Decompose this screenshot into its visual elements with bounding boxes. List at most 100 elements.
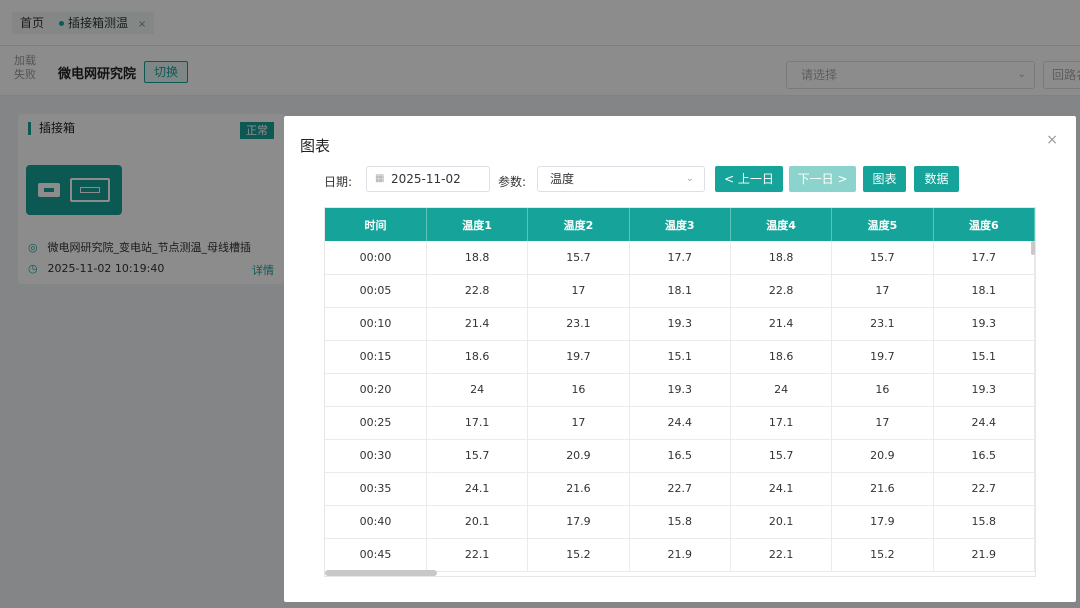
table-cell: 15.1 bbox=[933, 340, 1035, 374]
table-cell: 23.1 bbox=[831, 307, 934, 341]
table-cell: 24 bbox=[730, 373, 833, 407]
param-value: 温度 bbox=[550, 172, 575, 186]
table-row: 00:00 18.8 15.7 17.7 18.8 15.7 17.7 bbox=[325, 241, 1035, 275]
table-cell: 17.1 bbox=[730, 406, 833, 440]
date-label: 日期: bbox=[324, 175, 353, 189]
table-cell: 16.5 bbox=[933, 439, 1035, 473]
table-cell: 21.9 bbox=[629, 538, 731, 572]
calendar-icon: ▦ bbox=[375, 173, 385, 184]
table-cell: 23.1 bbox=[527, 307, 630, 341]
data-table: 时间 温度1 温度2 温度3 温度4 温度5 温度6 00:00 18.8 15.7 17.7 18… bbox=[325, 208, 1035, 572]
table-cell: 17.9 bbox=[831, 505, 934, 539]
close-icon[interactable]: × bbox=[1046, 132, 1058, 148]
table-cell: 18.1 bbox=[933, 274, 1035, 308]
table-cell: 00:05 bbox=[325, 274, 427, 308]
next-day-button[interactable]: 下一日 > bbox=[789, 166, 856, 192]
table-cell: 21.6 bbox=[527, 472, 630, 506]
table-row: 00:20 24 16 19.3 24 16 19.3 bbox=[325, 373, 1035, 407]
vertical-scrollbar[interactable] bbox=[1031, 241, 1035, 255]
table-cell: 18.8 bbox=[730, 241, 833, 275]
column-header: 温度1 bbox=[426, 208, 529, 241]
horizontal-scrollbar[interactable] bbox=[325, 570, 437, 576]
table-cell: 19.3 bbox=[933, 307, 1035, 341]
table-cell: 00:30 bbox=[325, 439, 427, 473]
table-row: 00:40 20.1 17.9 15.8 20.1 17.9 15.8 bbox=[325, 505, 1035, 539]
table-cell: 17 bbox=[527, 274, 630, 308]
date-picker[interactable]: ▦ 2025-11-02 bbox=[366, 166, 490, 192]
column-header: 温度6 bbox=[933, 208, 1035, 241]
table-cell: 15.7 bbox=[831, 241, 934, 275]
table-row: 00:35 24.1 21.6 22.7 24.1 21.6 22.7 bbox=[325, 472, 1035, 506]
table-cell: 17 bbox=[527, 406, 630, 440]
table-cell: 16 bbox=[831, 373, 934, 407]
table-cell: 22.7 bbox=[629, 472, 731, 506]
table-cell: 00:35 bbox=[325, 472, 427, 506]
table-cell: 17.1 bbox=[426, 406, 529, 440]
table-cell: 24.4 bbox=[933, 406, 1035, 440]
table-row: 00:30 15.7 20.9 16.5 15.7 20.9 16.5 bbox=[325, 439, 1035, 473]
table-cell: 24.4 bbox=[629, 406, 731, 440]
table-cell: 15.8 bbox=[629, 505, 731, 539]
param-select[interactable]: 温度 ⌄ bbox=[537, 166, 705, 192]
table-cell: 17 bbox=[831, 406, 934, 440]
table-cell: 24.1 bbox=[426, 472, 529, 506]
table-cell: 16 bbox=[527, 373, 630, 407]
table-cell: 20.9 bbox=[831, 439, 934, 473]
table-cell: 17.9 bbox=[527, 505, 630, 539]
table-cell: 00:40 bbox=[325, 505, 427, 539]
date-value: 2025-11-02 bbox=[391, 172, 461, 186]
table-cell: 00:00 bbox=[325, 241, 427, 275]
table-cell: 19.7 bbox=[831, 340, 934, 374]
table-cell: 00:45 bbox=[325, 538, 427, 572]
table-cell: 24 bbox=[426, 373, 529, 407]
table-cell: 19.3 bbox=[933, 373, 1035, 407]
table-cell: 15.2 bbox=[831, 538, 934, 572]
column-header: 温度4 bbox=[730, 208, 833, 241]
table-cell: 20.9 bbox=[527, 439, 630, 473]
table-row: 00:15 18.6 19.7 15.1 18.6 19.7 15.1 bbox=[325, 340, 1035, 374]
table-row: 00:10 21.4 23.1 19.3 21.4 23.1 19.3 bbox=[325, 307, 1035, 341]
table-cell: 18.8 bbox=[426, 241, 529, 275]
table-cell: 17.7 bbox=[629, 241, 731, 275]
table-cell: 15.1 bbox=[629, 340, 731, 374]
table-cell: 00:20 bbox=[325, 373, 427, 407]
prev-day-button[interactable]: < 上一日 bbox=[715, 166, 783, 192]
param-label: 参数: bbox=[498, 175, 527, 189]
column-header: 温度3 bbox=[629, 208, 731, 241]
table-cell: 15.7 bbox=[527, 241, 630, 275]
table-cell: 20.1 bbox=[730, 505, 833, 539]
data-table-container[interactable]: 时间 温度1 温度2 温度3 温度4 温度5 温度6 00:00 18.8 15.7 17.7 18… bbox=[324, 207, 1036, 577]
table-cell: 21.4 bbox=[426, 307, 529, 341]
table-cell: 16.5 bbox=[629, 439, 731, 473]
chevron-down-icon: ⌄ bbox=[685, 173, 694, 184]
column-header: 温度5 bbox=[831, 208, 934, 241]
table-cell: 00:10 bbox=[325, 307, 427, 341]
table-cell: 18.6 bbox=[426, 340, 529, 374]
table-cell: 22.7 bbox=[933, 472, 1035, 506]
table-cell: 18.1 bbox=[629, 274, 731, 308]
table-cell: 00:15 bbox=[325, 340, 427, 374]
table-cell: 18.6 bbox=[730, 340, 833, 374]
table-cell: 17 bbox=[831, 274, 934, 308]
table-cell: 19.3 bbox=[629, 307, 731, 341]
data-button[interactable]: 数据 bbox=[914, 166, 959, 192]
dialog-title: 图表 bbox=[300, 137, 331, 155]
table-cell: 15.8 bbox=[933, 505, 1035, 539]
column-header: 温度2 bbox=[527, 208, 630, 241]
table-row: 00:05 22.8 17 18.1 22.8 17 18.1 bbox=[325, 274, 1035, 308]
chart-button[interactable]: 图表 bbox=[863, 166, 906, 192]
table-row: 00:45 22.1 15.2 21.9 22.1 15.2 21.9 bbox=[325, 538, 1035, 572]
table-cell: 15.2 bbox=[527, 538, 630, 572]
table-cell: 15.7 bbox=[730, 439, 833, 473]
table-header-row: 时间 温度1 温度2 温度3 温度4 温度5 温度6 bbox=[325, 208, 1035, 241]
table-cell: 19.7 bbox=[527, 340, 630, 374]
table-cell: 24.1 bbox=[730, 472, 833, 506]
table-cell: 22.1 bbox=[730, 538, 833, 572]
table-cell: 15.7 bbox=[426, 439, 529, 473]
table-cell: 17.7 bbox=[933, 241, 1035, 275]
table-cell: 22.8 bbox=[426, 274, 529, 308]
column-header: 时间 bbox=[325, 208, 427, 241]
table-cell: 21.6 bbox=[831, 472, 934, 506]
table-cell: 22.8 bbox=[730, 274, 833, 308]
table-cell: 20.1 bbox=[426, 505, 529, 539]
